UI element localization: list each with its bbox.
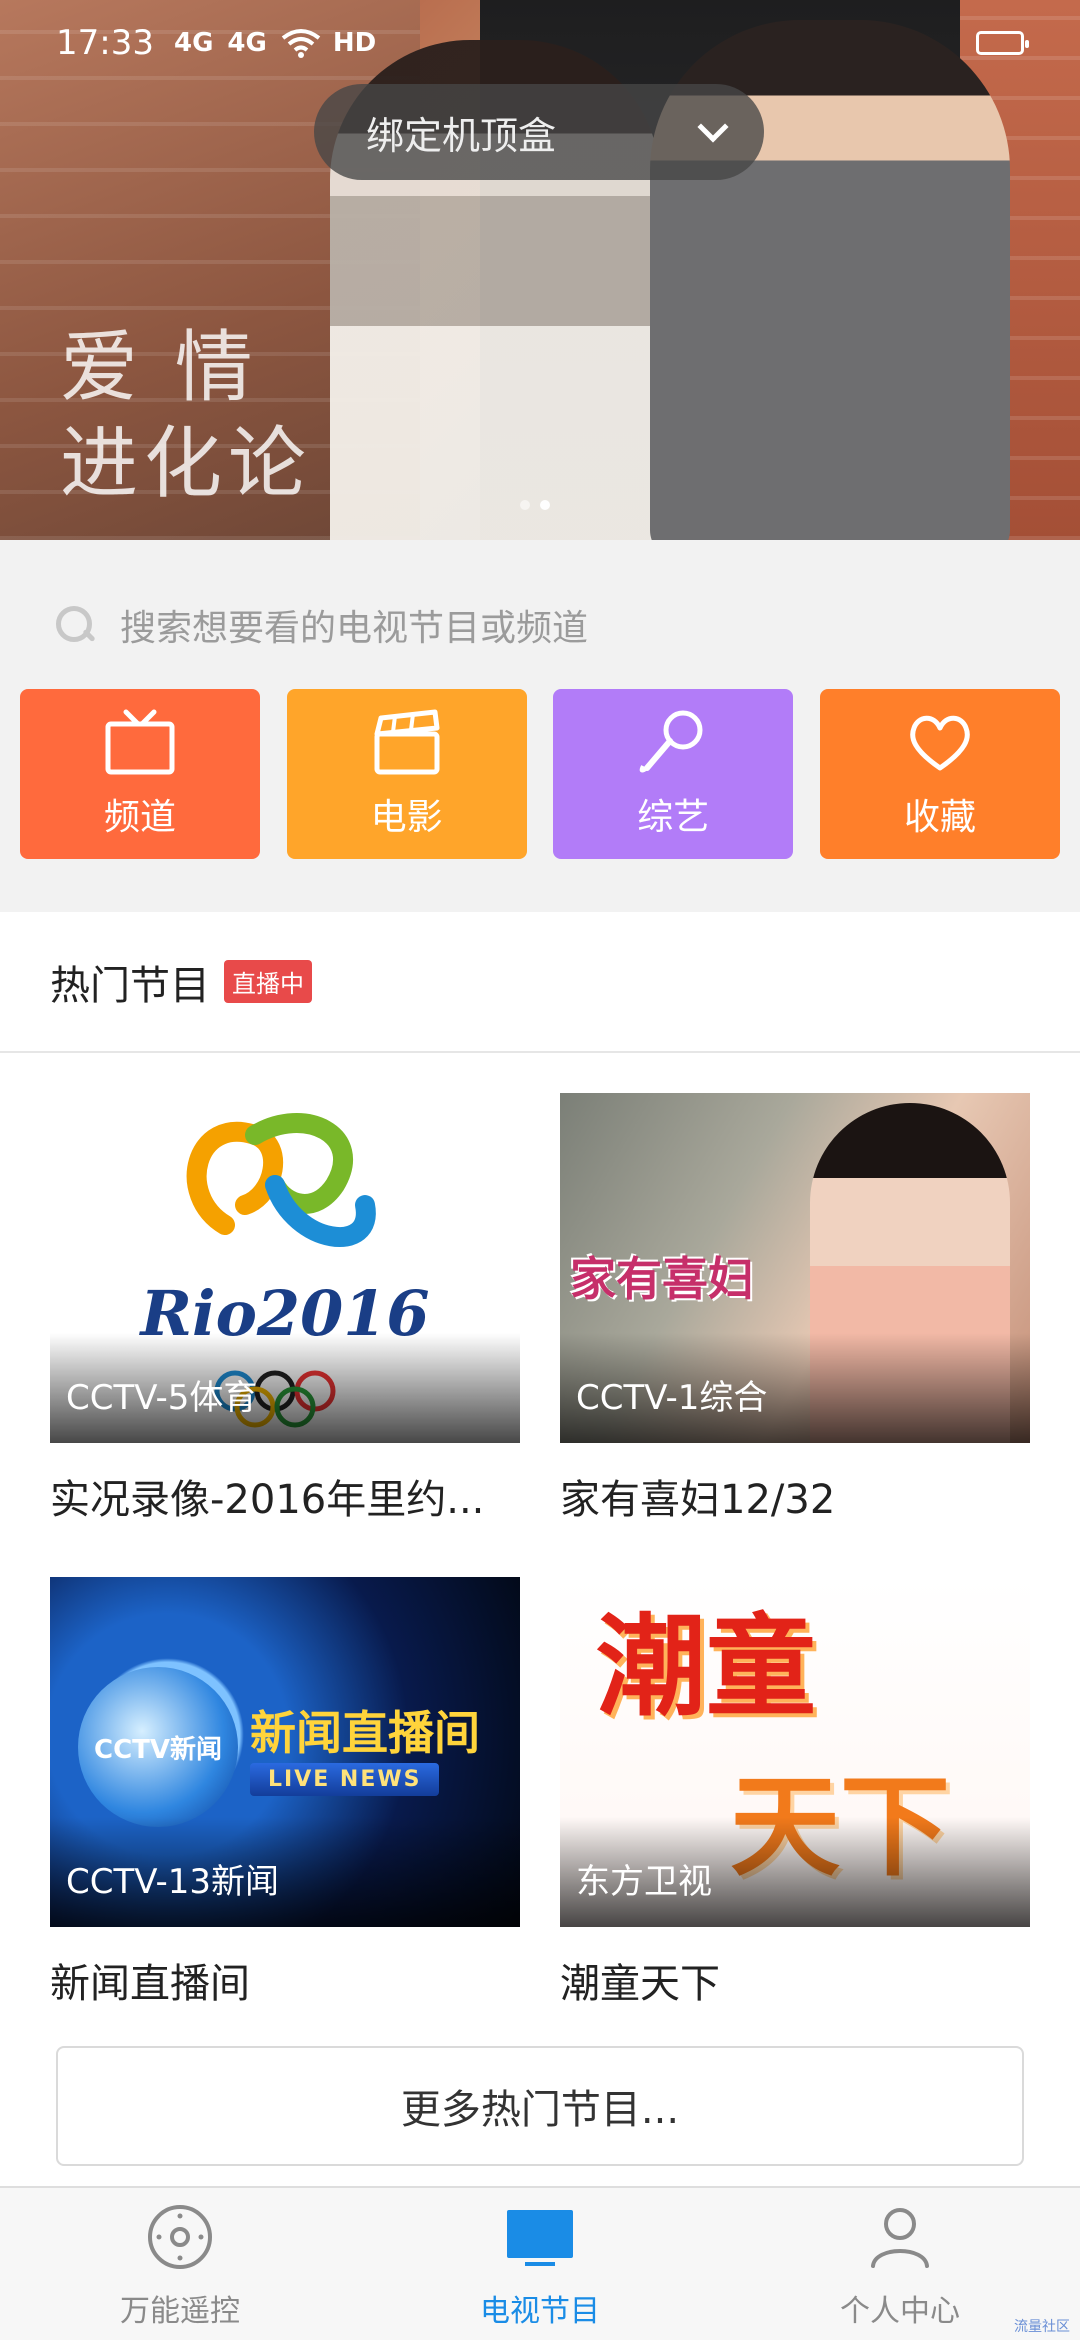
signal-icon-2: 4G (227, 28, 267, 58)
drama-logo: 家有喜妇 (570, 1252, 754, 1306)
microphone-icon (637, 708, 709, 776)
remote-icon (145, 2202, 215, 2272)
program-thumbnail: Rio2016 CCTV-5体育 (50, 1093, 520, 1443)
bind-settop-box-label: 绑定机顶盒 (366, 113, 557, 158)
program-thumbnail: CCTV新闻 新闻直播间 LIVE NEWS CCTV-13新闻 (50, 1577, 520, 1927)
search-bar[interactable]: 搜索想要看的电视节目或频道 (0, 580, 1080, 670)
program-channel: CCTV-13新闻 (66, 1862, 280, 1902)
category-label: 收藏 (903, 797, 976, 838)
search-icon (56, 606, 94, 644)
program-title: 潮童天下 (560, 1961, 720, 2007)
banner-promo-line2: 进化论 (60, 419, 313, 509)
watermark: 流量社区 (1014, 2319, 1070, 2335)
search-placeholder: 搜索想要看的电视节目或频道 (120, 608, 589, 649)
program-card[interactable]: 潮童 天下 东方卫视 潮童天下 (560, 1577, 1030, 2009)
banner-promo-title: 爱 情 进化论 (60, 320, 312, 512)
hd-indicator: HD (332, 28, 377, 58)
news-studio-text: 新闻直播间 (250, 1706, 480, 1760)
live-news-banner: LIVE NEWS (250, 1763, 440, 1796)
cctv-news-logo: CCTV新闻 (78, 1667, 238, 1827)
category-variety-button[interactable]: 综艺 (553, 689, 794, 859)
category-tiles: 频道 电影 综艺 收藏 (20, 689, 1060, 859)
bind-settop-box-button[interactable]: 绑定机顶盒 (314, 84, 764, 180)
nav-remote[interactable]: 万能遥控 (0, 2188, 360, 2340)
status-bar: 17:33 4G 4G HD (0, 0, 1080, 86)
category-movies-button[interactable]: 电影 (286, 689, 527, 859)
program-title: 家有喜妇12/32 (560, 1477, 836, 1523)
chevron-down-icon (697, 111, 729, 143)
clapperboard-icon (371, 708, 443, 776)
nav-tv-programs[interactable]: 电视节目 (360, 2188, 720, 2340)
nav-label: 万能遥控 (120, 2294, 240, 2329)
category-label: 综艺 (637, 797, 710, 838)
more-hot-programs-button[interactable]: 更多热门节目... (56, 2046, 1024, 2166)
person-icon (865, 2202, 935, 2272)
program-thumbnail: 家有喜妇 CCTV-1综合 (560, 1093, 1030, 1443)
program-channel: CCTV-5体育 (66, 1378, 258, 1418)
status-time: 17:33 (56, 23, 154, 63)
bottom-nav: 万能遥控 电视节目 个人中心 流量社区 (0, 2186, 1080, 2340)
program-card[interactable]: 家有喜妇 CCTV-1综合 家有喜妇12/32 (560, 1093, 1030, 1525)
program-thumbnail: 潮童 天下 东方卫视 (560, 1577, 1030, 1927)
pager-dot (520, 500, 530, 510)
banner-promo-line1: 爱 情 (60, 323, 259, 413)
tv-screen-icon (505, 2202, 575, 2272)
hot-programs-title: 热门节目 (50, 962, 210, 1009)
program-channel: CCTV-1综合 (576, 1378, 768, 1418)
hot-programs-section: 热门节目 直播中 Rio2016 CCTV-5体育 实况录像-2016年里约..… (0, 912, 1080, 2186)
heart-icon (904, 708, 976, 776)
nav-label: 电视节目 (480, 2294, 600, 2329)
category-label: 电影 (370, 797, 443, 838)
live-badge: 直播中 (224, 960, 312, 1003)
program-channel: 东方卫视 (576, 1862, 712, 1902)
category-channels-button[interactable]: 频道 (20, 689, 260, 859)
program-title: 新闻直播间 (50, 1961, 250, 2007)
signal-icon-1: 4G (173, 28, 214, 58)
battery-icon (976, 31, 1029, 55)
category-label: 频道 (103, 797, 176, 838)
program-title: 实况录像-2016年里约... (50, 1477, 485, 1523)
kids-show-logo-line1: 潮童 (596, 1603, 816, 1731)
program-card[interactable]: CCTV新闻 新闻直播间 LIVE NEWS CCTV-13新闻 新闻直播间 (50, 1577, 520, 2009)
program-card[interactable]: Rio2016 CCTV-5体育 实况录像-2016年里约... (50, 1093, 520, 1525)
nav-label: 个人中心 (840, 2294, 960, 2329)
pager-dot-active (540, 500, 550, 510)
hot-programs-header: 热门节目 直播中 (0, 912, 1080, 1053)
rio-olympics-logo (186, 1113, 376, 1247)
category-favorites-button[interactable]: 收藏 (819, 689, 1060, 859)
tv-icon (104, 708, 176, 776)
more-hot-programs-label: 更多热门节目... (400, 2087, 680, 2133)
wifi-icon (281, 29, 321, 58)
banner-pager-dots (520, 500, 550, 510)
